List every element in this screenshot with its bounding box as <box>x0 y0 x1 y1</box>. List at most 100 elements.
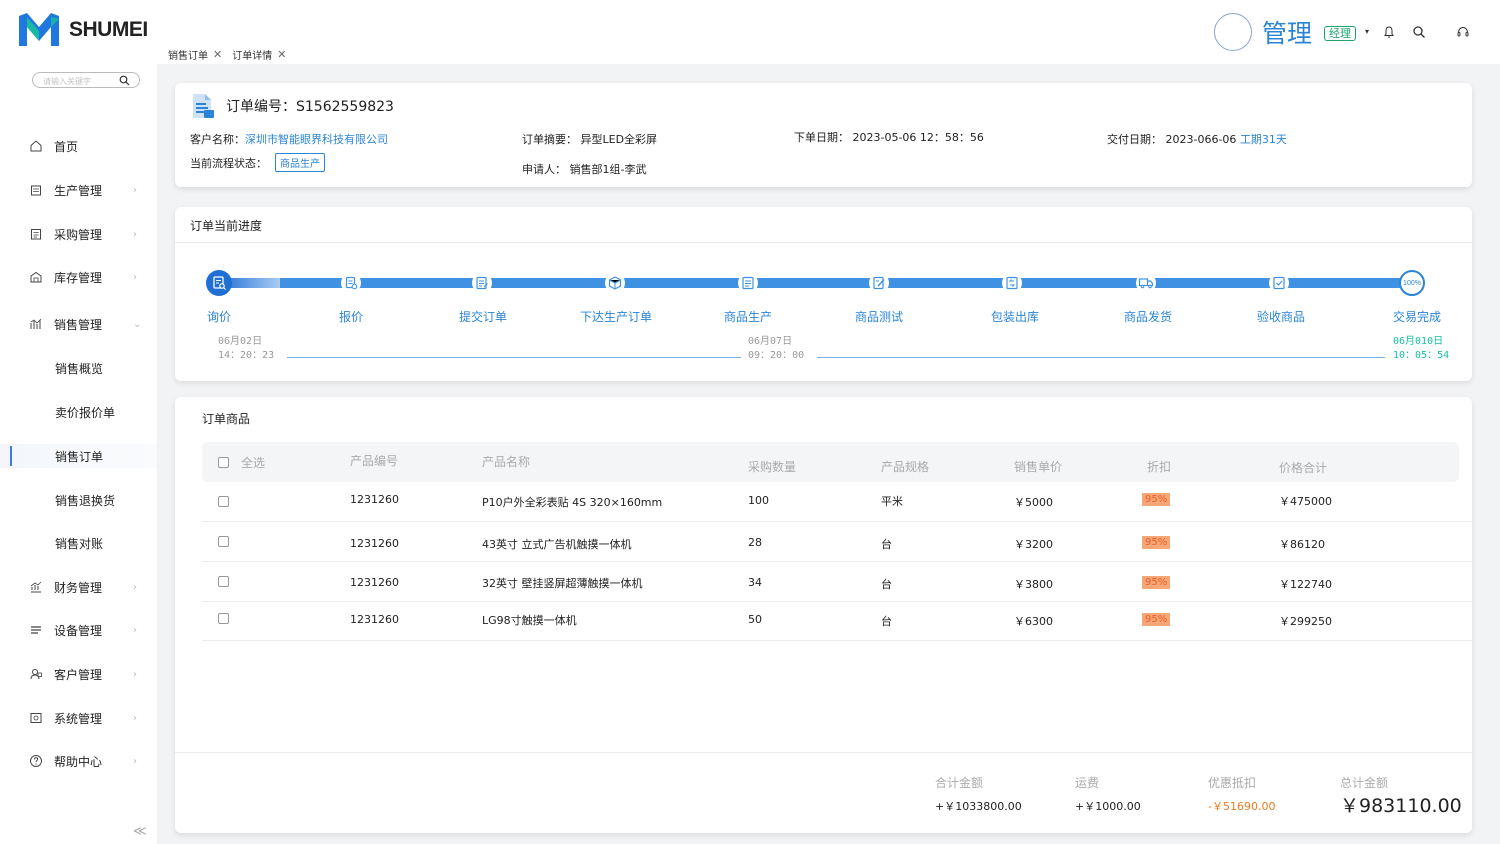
avatar[interactable] <box>1214 13 1252 51</box>
sidebar-item-customer[interactable]: 客户管理 › <box>0 662 157 686</box>
customer-link[interactable]: 深圳市智能眼界科技有限公司 <box>245 133 388 146</box>
shipping-value: +￥1000.00 <box>1075 800 1141 813</box>
header-qty: 采购数量 <box>748 460 797 474</box>
sidebar-item-purchase[interactable]: 采购管理 › <box>0 222 157 246</box>
order-date-label: 下单日期： <box>794 131 849 144</box>
timestamp-start: 06月02日 14：20：23 <box>218 335 274 363</box>
sidebar-item-sales-reconcile[interactable]: 销售对账 <box>0 531 157 555</box>
applicant-value: 销售部1组-李武 <box>569 163 647 176</box>
production-icon <box>31 185 41 196</box>
customer-icon <box>30 669 42 680</box>
order-number-label: 订单编号： <box>226 99 296 115</box>
finance-icon <box>30 581 42 593</box>
cell-code: 1231260 <box>350 537 399 550</box>
device-icon <box>31 626 41 634</box>
logo: SHUMEI <box>18 13 148 47</box>
chevron-right-icon: › <box>133 712 137 724</box>
user-name[interactable]: 管理 <box>1262 14 1312 50</box>
logo-mark-icon <box>19 13 59 46</box>
quote-icon <box>341 273 361 293</box>
sidebar-item-sales-overview[interactable]: 销售概览 <box>0 356 157 380</box>
role-badge: 经理 <box>1324 26 1356 41</box>
step-label-acceptance: 验收商品 <box>1256 310 1306 324</box>
tab-sales-order[interactable]: 销售订单 ✕ <box>168 47 222 62</box>
shipping-label: 运费 <box>1075 776 1100 790</box>
bell-icon[interactable] <box>1382 25 1396 39</box>
document-icon <box>193 94 214 118</box>
packaging-icon <box>1002 273 1022 293</box>
chevron-right-icon: › <box>133 271 137 283</box>
total-label: 总计金额 <box>1340 776 1389 790</box>
sidebar-item-help[interactable]: 帮助中心 › <box>0 749 157 773</box>
close-icon[interactable]: ✕ <box>277 48 286 61</box>
cell-spec: 台 <box>881 538 892 551</box>
customer-label: 客户名称： <box>190 133 245 146</box>
tab-label: 销售订单 <box>168 51 208 62</box>
cell-qty: 50 <box>748 613 762 626</box>
cell-total: ￥475000 <box>1279 495 1332 508</box>
row-checkbox[interactable] <box>218 536 229 547</box>
cell-name: LG98寸触摸一体机 <box>482 614 577 627</box>
step-label-shipping: 商品发货 <box>1123 310 1173 324</box>
cell-total: ￥122740 <box>1279 578 1332 591</box>
collapse-sidebar-icon[interactable]: ≪ <box>133 824 147 839</box>
summary-label: 订单摘要： <box>522 133 577 146</box>
cell-code: 1231260 <box>350 493 399 506</box>
total-value: ￥983110.00 <box>1340 795 1462 817</box>
sidebar-item-sales-return[interactable]: 销售退换货 <box>0 488 157 512</box>
sidebar-item-sales[interactable]: 销售管理 ⌄ <box>0 312 157 336</box>
table-header: 全选 产品编号 产品名称 采购数量 产品规格 销售单价 折扣 价格合计 <box>202 442 1459 482</box>
headset-icon[interactable] <box>1456 25 1470 39</box>
main-content: 订单编号：S1562559823 客户名称：深圳市智能眼界科技有限公司 订单摘要… <box>157 64 1500 844</box>
search-icon[interactable] <box>1412 25 1426 39</box>
goods-production-icon <box>738 273 758 293</box>
close-icon[interactable]: ✕ <box>213 48 222 61</box>
header-total: 价格合计 <box>1279 461 1328 475</box>
sidebar-item-quotation[interactable]: 卖价报价单 <box>0 400 157 424</box>
cell-spec: 台 <box>881 578 892 591</box>
cell-price: ￥3800 <box>1014 578 1053 591</box>
header-name: 产品名称 <box>482 455 531 469</box>
applicant-field: 申请人： 销售部1组-李武 <box>522 161 646 177</box>
timeline-segment <box>287 357 741 358</box>
search-input[interactable] <box>43 74 125 89</box>
row-checkbox[interactable] <box>218 576 229 587</box>
sidebar: 首页 生产管理 › 采购管理 › 库存管理 › 销售管理 ⌄ 销售概览 卖价报价… <box>0 64 157 844</box>
warehouse-icon <box>30 271 42 283</box>
cell-qty: 100 <box>748 494 769 507</box>
step-label-submit-order: 提交订单 <box>458 310 508 324</box>
sidebar-item-system[interactable]: 系统管理 › <box>0 706 157 730</box>
row-checkbox[interactable] <box>218 496 229 507</box>
sidebar-item-finance[interactable]: 财务管理 › <box>0 575 157 599</box>
tab-order-detail[interactable]: 订单详情 ✕ <box>232 47 286 62</box>
timestamp-time: 10：05：54 <box>1393 350 1450 361</box>
customer-field: 客户名称：深圳市智能眼界科技有限公司 <box>190 131 388 147</box>
delivery-date-field: 交付日期： 2023-066-06 工期31天 <box>1107 131 1287 147</box>
chevron-right-icon: › <box>133 668 137 680</box>
timestamp-time: 09：20：00 <box>748 350 805 361</box>
cell-spec: 平米 <box>881 495 903 508</box>
subtotal-value: +￥1033800.00 <box>935 800 1022 813</box>
sidebar-item-home[interactable]: 首页 <box>0 134 157 158</box>
select-all-label: 全选 <box>241 456 266 470</box>
discount-badge: 95% <box>1142 576 1171 589</box>
search-icon[interactable] <box>119 75 130 86</box>
sidebar-item-production[interactable]: 生产管理 › <box>0 178 157 202</box>
chevron-down-icon[interactable]: ▾ <box>1365 27 1369 36</box>
sidebar-item-warehouse[interactable]: 库存管理 › <box>0 265 157 289</box>
select-all-checkbox[interactable] <box>218 457 229 468</box>
step-label-packaging: 包装出库 <box>990 310 1040 324</box>
cell-qty: 28 <box>748 536 762 549</box>
timeline-segment <box>817 357 1385 358</box>
discount-badge: 95% <box>1142 536 1171 549</box>
step-inquiry-marker <box>206 270 232 296</box>
cell-total: ￥299250 <box>1279 615 1332 628</box>
sidebar-item-sales-order[interactable]: 销售订单 <box>0 444 157 468</box>
cell-total: ￥86120 <box>1279 538 1325 551</box>
sidebar-item-label: 财务管理 <box>54 580 103 595</box>
row-checkbox[interactable] <box>218 613 229 624</box>
step-label-inquiry: 询价 <box>206 310 232 324</box>
header-code: 产品编号 <box>350 454 399 468</box>
sidebar-item-device[interactable]: 设备管理 › <box>0 618 157 642</box>
progress-title: 订单当前进度 <box>190 219 263 233</box>
